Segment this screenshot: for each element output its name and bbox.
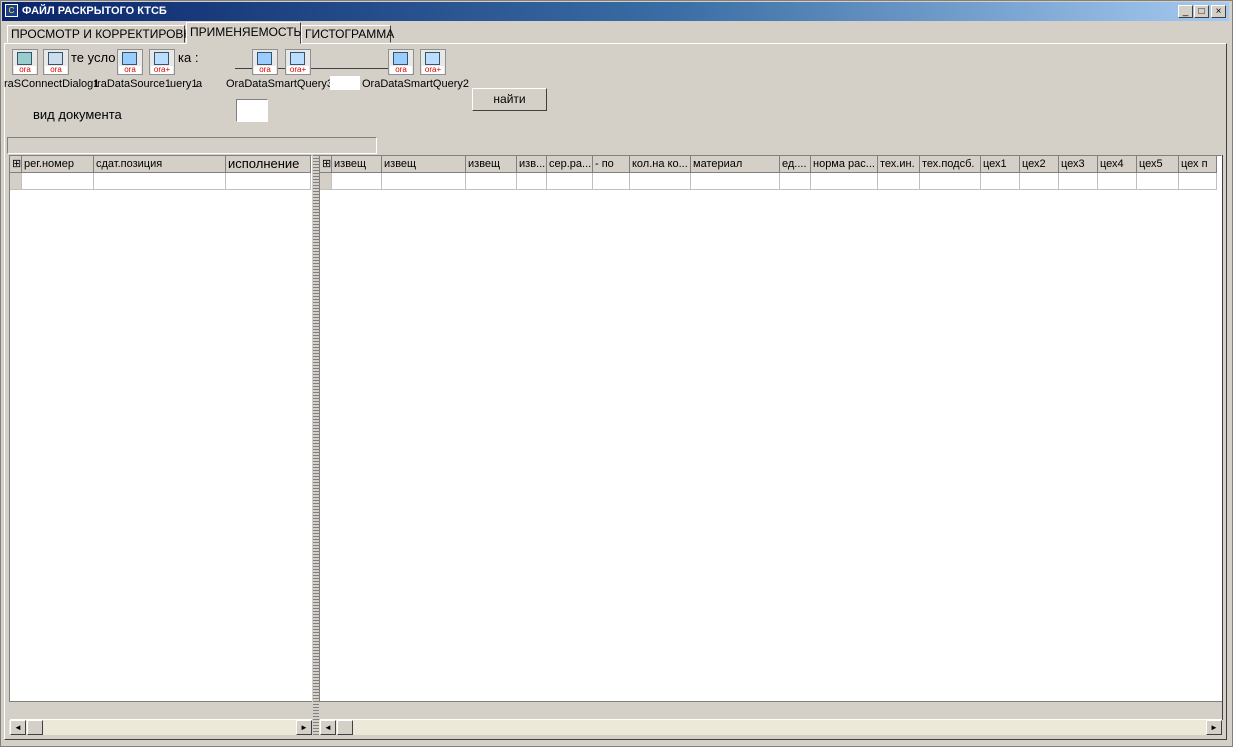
column-header[interactable]: цех4 [1098,156,1137,173]
left-data-grid[interactable]: ⊞ рег.номер сдат.позиция исполнение [9,155,312,720]
left-scroll-right-button[interactable]: ► [296,720,312,735]
grid-cell[interactable] [811,173,878,190]
ora-smart-query2-icon[interactable]: ora [388,49,414,75]
grid-cell[interactable] [517,173,547,190]
grid-cell[interactable] [547,173,593,190]
grid-cell[interactable] [780,173,811,190]
left-hscrollbar[interactable] [9,720,312,735]
ora-smart-query-icon[interactable]: ora+ [149,49,175,75]
grid-cell[interactable] [1137,173,1179,190]
grid-cell[interactable] [593,173,630,190]
left-grid-footer [9,701,312,719]
grid-cell[interactable] [382,173,466,190]
column-header[interactable]: тех.подсб. [920,156,981,173]
column-header[interactable]: норма рас... [811,156,878,173]
window-title: ФАЙЛ РАСКРЫТОГО КТСБ [22,5,167,17]
doc-type-input[interactable] [236,99,268,122]
tab-view-edit[interactable]: ПРОСМОТР И КОРРЕКТИРОВКА [7,25,198,43]
column-header[interactable]: тех.ин. [878,156,920,173]
column-header[interactable]: извещ [466,156,517,173]
blank-field [330,76,360,90]
right-hscrollbar[interactable] [319,720,1222,735]
right-scroll-thumb[interactable] [337,720,353,735]
close-button[interactable]: × [1211,5,1226,18]
grid-cell[interactable] [630,173,691,190]
right-data-grid[interactable]: ⊞ извещ извещ извещ изв... сер.ра... - по кол.н… [319,155,1222,720]
grid-row-indicator[interactable] [320,173,332,190]
grid-cell[interactable] [226,173,311,190]
tab-applicability[interactable]: ПРИМЕНЯЕМОСТЬ [186,22,301,44]
left-scroll-thumb[interactable] [27,720,43,735]
title-bar[interactable] [2,2,1229,21]
grid-cell[interactable] [920,173,981,190]
grid-cell[interactable] [981,173,1020,190]
ora-smart-query3b-icon[interactable]: ora+ [285,49,311,75]
column-header[interactable]: извещ [332,156,382,173]
maximize-button[interactable]: □ [1194,5,1209,18]
column-header[interactable]: цех5 [1137,156,1179,173]
column-header[interactable]: цех п [1179,156,1217,173]
connect-dialog-label: raSConnectDialog1 [4,78,100,90]
ora-query-icon[interactable]: ora [117,49,143,75]
column-header[interactable]: исполнение [226,156,311,173]
tab-histogram[interactable]: ГИСТОГРАММА [301,25,394,43]
smart-query3-label: OraDataSmartQuery3 [226,78,333,90]
column-header[interactable]: материал [691,156,780,173]
search-condition-text: те усло [71,50,116,65]
column-header[interactable]: - по [593,156,630,173]
column-header[interactable]: рег.номер [22,156,94,173]
right-scroll-right-button[interactable]: ► [1206,720,1222,735]
column-header[interactable]: ед.... [780,156,811,173]
minimize-button[interactable]: _ [1178,5,1193,18]
query1-suffix-label: a [196,78,203,90]
column-header[interactable]: изв... [517,156,547,173]
search-condition-text-2: ка : [178,50,199,65]
grid-cell[interactable] [1020,173,1059,190]
ora-smart-query2b-icon[interactable]: ora+ [420,49,446,75]
grid-indicator-header[interactable]: ⊞ [320,156,332,173]
ora-data-source-icon[interactable]: ora [43,49,69,75]
column-header[interactable]: цех2 [1020,156,1059,173]
grid-cell[interactable] [466,173,517,190]
grid-cell[interactable] [332,173,382,190]
app-icon[interactable]: C [5,4,18,17]
column-header[interactable]: цех1 [981,156,1020,173]
data-source-label: traDataSource1 [94,78,172,90]
ora-connect-dialog-icon[interactable]: ora [12,49,38,75]
grid-cell[interactable] [94,173,226,190]
grid-indicator-header[interactable]: ⊞ [10,156,22,173]
grid-cell[interactable] [1098,173,1137,190]
query1-label: uery1 [170,78,198,90]
grid-cell[interactable] [22,173,94,190]
grid-cell[interactable] [691,173,780,190]
grid-row-indicator[interactable] [10,173,22,190]
find-button[interactable]: найти [472,88,547,111]
grid-cell[interactable] [1059,173,1098,190]
column-header[interactable]: извещ [382,156,466,173]
right-grid-footer [319,701,1222,719]
left-scroll-left-button[interactable]: ◄ [10,720,26,735]
column-header[interactable]: цех3 [1059,156,1098,173]
smart-query2-label: OraDataSmartQuery2 [362,78,469,90]
grid-right-border [1222,155,1223,720]
grid-cell[interactable] [1179,173,1217,190]
grid-cell[interactable] [878,173,920,190]
doc-type-label: вид документа [33,107,122,122]
column-header[interactable]: сдат.позиция [94,156,226,173]
column-header[interactable]: сер.ра... [547,156,593,173]
status-strip [7,137,377,154]
right-scroll-left-button[interactable]: ◄ [320,720,336,735]
column-header[interactable]: кол.на ко... [630,156,691,173]
ora-smart-query3-icon[interactable]: ora [252,49,278,75]
